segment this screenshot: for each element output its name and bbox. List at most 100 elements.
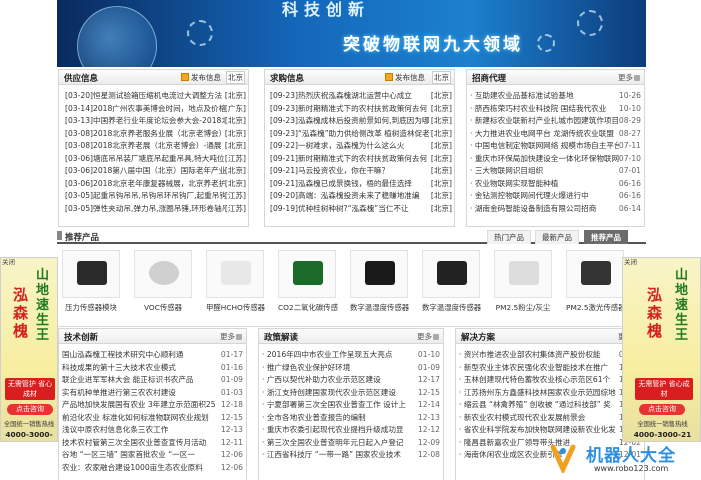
product-name[interactable]: CO2二氧化碳传感 [278,302,338,313]
product-card[interactable]: 数字温湿度传感器 [350,250,409,313]
more-link[interactable]: 更多 [618,72,640,83]
item-link[interactable]: · 浙江支持创建国家现代农业示范区建设 [262,388,396,397]
item-link[interactable]: · 大力推进农业电网平台 龙湖传统农业联盟 [470,129,614,138]
list-item[interactable]: · 农业物联网实现智能种植 06-16 [470,177,644,190]
region-select[interactable]: 北京 [432,71,451,84]
list-item[interactable]: · 江苏扬州东方鑫盛科技林国家农业示范园综地12-06 [459,386,644,399]
list-item[interactable]: · 2016年四中市农业工作呈现五大亮点 01-10 [262,349,443,362]
item-link[interactable]: · 湖南金码智能设备制造有限公司招商 [470,204,596,213]
list-item[interactable]: [03-05]弹性夹动吊,弹力吊,涨圈吊锤,环形卷轴吊 [江苏] [65,202,248,215]
list-item[interactable]: [03-08]2018北京养老服务业展（北京老博会） [北京] [65,127,248,140]
list-item[interactable]: [03-14]2018广州农事美博会时间，地点及价格 [广东] [65,102,248,115]
region-select[interactable]: 北京 [226,71,245,84]
item-link[interactable]: 优种桂树种树?“泓森槐”当仁不让 [298,204,409,213]
item-link[interactable]: 新时期精准式下的农村扶贫政策何去何 [298,104,427,113]
item-link[interactable]: 2018北京养老服务业展（北京老博会） [93,129,226,138]
product-image[interactable] [62,250,120,298]
list-item[interactable]: 产品地加快发展国有农业 3年建立示范面积25 12-18 [62,399,246,412]
product-image[interactable] [566,250,624,298]
list-item[interactable]: · 第三次全国农业普查明年元日起入户登记 12-09 [262,436,443,449]
list-item[interactable]: 技术农村管第三次全国农业普查宣传月活动 12-11 [62,436,246,449]
product-card[interactable]: PM2.5粉尘/灰尘 [494,250,552,313]
item-link[interactable]: “泓森槐”助力供给侧改革 植树造林促老百 [298,129,437,138]
list-item[interactable]: [09-21]泓森槐已成景换钱，梧的最佳选择 [北京] [270,177,454,190]
item-link[interactable]: · 全市各地农业普查报告的编制 [262,413,366,422]
list-item[interactable]: [03-06]2018北京老年康复器械展，北京养老护 [北京] [65,177,248,190]
item-link[interactable]: · 资兴市推进农业部农村集体资产股份权能 [459,350,601,359]
item-link[interactable]: 技术农村管第三次全国农业普查宣传月活动 [62,438,206,447]
list-item[interactable]: [03-06]2018第八届中国（北京）国际老年产业 [北京] [65,165,248,178]
item-link[interactable]: 浅议中原农村信息化条三农工作 [62,425,168,434]
list-item[interactable]: · 湖南金码智能设备制造有限公司招商 06-14 [470,202,644,215]
item-link[interactable]: 起重吊钩吊吊,吊钩吊环吊钩厂,起重吊钩 [93,191,227,200]
right-side-ad[interactable]: 关闭 山地速生王 泓森槐 无需管护 省心成材 点击咨询 全国统一销售热线 400… [622,257,701,442]
item-link[interactable]: · 新建标农业联新村产业扎城市园建筑作项目 [470,116,619,125]
item-link[interactable]: · 玉林创建现代特色蓄牧农业核心示范区61个 [459,375,610,384]
list-item[interactable]: 农业：农家融合建设1000亩生态农业原料 12-06 [62,461,246,474]
product-image[interactable] [206,250,264,298]
list-item[interactable]: 国山泓森槐工程技术研究中心顺利通 01-17 [62,349,246,362]
tab-recommended-products[interactable]: 推荐产品 [584,230,628,244]
item-link[interactable]: 塘底吊吊装厂塘底吊起重吊具,特大吨位 [93,154,225,163]
list-item[interactable]: [03-06]塘底吊吊装厂塘底吊起重吊具,特大吨位 [江苏] [65,152,248,165]
item-link[interactable]: 马云投资农业，你在干嘛？ [298,166,389,175]
list-item[interactable]: · 金钻测控物联网间代理火爆进行中 06-16 [470,190,644,203]
list-item[interactable]: · 互助建农业品基标准试验基地 10-26 [470,90,644,103]
list-item[interactable]: · 大力推进农业电网平台 龙湖传统农业联盟 08-27 [470,127,644,140]
list-item[interactable]: 浅议中原农村信息化条三农工作 12-13 [62,424,246,437]
item-link[interactable]: · 脐西栋荣巧村农业科技院 国结我代农业 [470,104,606,113]
list-item[interactable]: · 浙江支持创建国家现代农业示范区建设 12-15 [262,386,443,399]
list-item[interactable]: [09-23]新时期精准式下的农村扶贫政策何去何 [北京] [270,102,454,115]
item-link[interactable]: 热烈庆祝泓森槐湖北运营中心成立 [298,91,412,100]
product-image[interactable] [134,250,192,298]
list-item[interactable]: [09-19]优种桂树种树?“泓森槐”当仁不让 [北京] [270,202,454,215]
list-item[interactable]: · 三大物联网识目组织 07-01 [470,165,644,178]
item-link[interactable]: · 金钻测控物联网间代理火爆进行中 [470,191,589,200]
list-item[interactable]: 科技成果的第十三大技术农业模式 01-16 [62,361,246,374]
consult-button[interactable]: 点击咨询 [639,404,685,415]
item-link[interactable]: · 第三次全国农业普查明年元日起入户登记 [262,438,404,447]
list-item[interactable]: · 新型农业主体农民强化农业智能技术在推广12-07 [459,361,644,374]
product-name[interactable]: 甲醛HCHO传感器 [206,302,265,313]
item-link[interactable]: 高端：泓森槐投资未来了稳赚地准编 [298,191,420,200]
item-link[interactable]: · 江西省科技厅 “一带一路” 国家农业技术 [262,450,401,459]
item-link[interactable]: 中国养老行业年度论坛会参大会-2018北京老 [93,116,244,125]
post-info-link[interactable]: 发布信息 [181,72,221,83]
list-item[interactable]: · 江西省科技厅 “一带一路” 国家农业技术 12-08 [262,449,443,462]
item-link[interactable]: · 中国电信制定物联网网络 规模市场自主平台 [470,141,622,150]
list-item[interactable]: [03-08]2018北京养老展（北京老博会）-通展 [北京] [65,140,248,153]
item-link[interactable]: · 省农业科学院发布加快物联网建设新农业化发 [459,425,616,434]
more-link[interactable]: 更多 [417,331,439,342]
item-link[interactable]: 联企业进军军林大会 能正标识书农产品 [62,375,194,384]
item-link[interactable]: 产品地加快发展国有农业 3年建立示范面积25 [62,400,216,409]
list-item[interactable]: [03-20]恒星测试验箱压缩机电流过大调整方法 [北京] [65,90,248,103]
item-link[interactable]: 泓森槐成林后投资前景如何,到底因为哪 [298,116,430,125]
list-item[interactable]: [03-13]中国养老行业年度论坛会参大会-2018北京老 [北京] [65,115,248,128]
product-card[interactable]: 数字温湿度传感器 [422,250,481,313]
item-link[interactable]: · 互助建农业品基标准试验基地 [470,91,574,100]
item-link[interactable]: · 新型农业主体农民强化农业智能技术在推广 [459,363,608,372]
item-link[interactable]: 前沿化农业 标准化如何标准物联网农业规划 [62,413,209,422]
list-item[interactable]: 前沿化农业 标准化如何标准物联网农业规划 12-15 [62,411,246,424]
product-card[interactable]: CO2二氧化碳传感 [278,250,338,313]
top-banner[interactable]: 科技创新 突破物联网九大领域 [57,0,646,67]
item-link[interactable]: 一树难求，泓森槐为什么这么火 [298,141,404,150]
item-link[interactable]: 科技成果的第十三大技术农业模式 [62,363,176,372]
list-item[interactable]: · 重庆市环保局加快建设全一体化环保物联网 07-10 [470,152,644,165]
item-link[interactable]: · 重庆市环保局加快建设全一体化环保物联网 [470,154,619,163]
list-item[interactable]: · 脐西栋荣巧村农业科技院 国结我代农业 10-10 [470,102,644,115]
list-item[interactable]: [09-23]热烈庆祝泓森槐湖北运营中心成立 [北京] [270,90,454,103]
list-item[interactable]: [03-05]起重吊钩吊吊,吊钩吊环吊钩厂,起重吊钩 [江苏] [65,190,248,203]
left-side-ad[interactable]: 关闭 山地速生王 泓森槐 无需管护 省心成材 点击咨询 全国统一销售热线 400… [0,257,58,442]
post-info-link[interactable]: 发布信息 [385,72,425,83]
list-item[interactable]: · 重庆市农委引起现代农业提档升级成功显 12-12 [262,424,443,437]
item-link[interactable]: 国山泓森槐工程技术研究中心顺利通 [62,350,184,359]
list-item[interactable]: · 全市各地农业普查报告的编制 12-13 [262,411,443,424]
item-link[interactable]: 新时期精准式下的农村扶贫政策何去何 [298,154,427,163]
list-item[interactable]: · 玉林创建现代特色蓄牧农业核心示范区61个12-07 [459,374,644,387]
item-link[interactable]: 弹性夹动吊,弹力吊,涨圈吊锤,环形卷轴吊 [93,204,229,213]
item-link[interactable]: 泓森槐已成景换钱，梧的最佳选择 [298,179,412,188]
product-image[interactable] [494,250,552,298]
list-item[interactable]: [09-21]马云投资农业，你在干嘛？ [北京] [270,165,454,178]
item-link[interactable]: 谷地 “一区三墙” 国家首批农业 “一区一 [62,450,195,459]
